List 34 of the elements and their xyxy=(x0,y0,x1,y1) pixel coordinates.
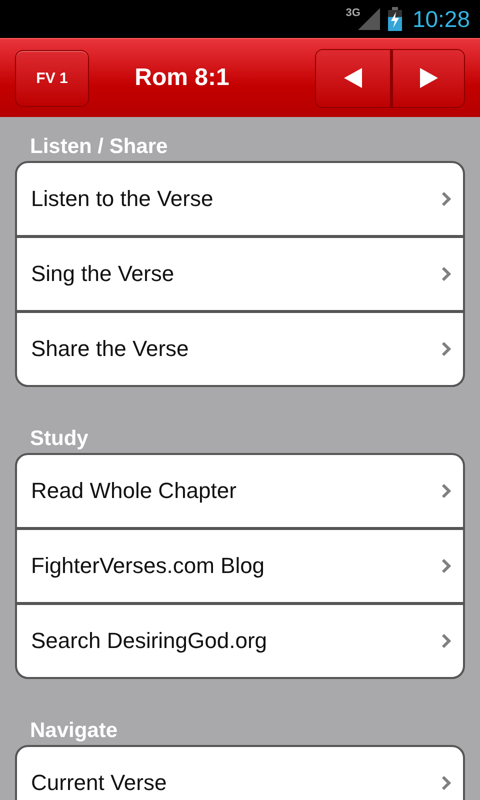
item-label: Current Verse xyxy=(31,770,167,796)
section-heading: Study xyxy=(29,426,90,452)
clock: 10:28 xyxy=(412,6,470,32)
chevron-icon xyxy=(441,633,451,649)
item-label: Sing the Verse xyxy=(31,261,174,287)
chevron-icon xyxy=(441,341,451,357)
fv-button[interactable]: FV 1 xyxy=(15,50,89,106)
chevron-icon xyxy=(441,191,451,207)
list-item[interactable]: Read Whole Chapter xyxy=(17,455,463,527)
list-item[interactable]: Sing the Verse xyxy=(17,235,463,310)
item-label: Listen to the Verse xyxy=(31,186,214,212)
list-item[interactable]: Listen to the Verse xyxy=(17,163,463,235)
next-button[interactable] xyxy=(390,50,464,106)
previous-button[interactable] xyxy=(316,50,390,106)
list-item[interactable]: FighterVerses.com Blog xyxy=(17,527,463,602)
chevron-icon xyxy=(441,266,451,282)
battery-icon xyxy=(388,7,402,31)
verse-title: Rom 8:1 xyxy=(134,64,230,92)
network-label: 3G xyxy=(346,7,360,19)
item-label: Read Whole Chapter xyxy=(31,478,236,504)
list-item[interactable]: Share the Verse xyxy=(17,310,463,385)
signal-icon xyxy=(358,8,380,30)
list-item[interactable]: Current Verse xyxy=(17,747,463,800)
left-arrow-icon xyxy=(344,68,362,88)
section-heading: Navigate xyxy=(29,718,119,744)
item-label: Share the Verse xyxy=(31,336,189,362)
chevron-icon xyxy=(441,483,451,499)
chevron-icon xyxy=(441,558,451,574)
list-item[interactable]: Search DesiringGod.org xyxy=(17,602,463,677)
chevron-icon xyxy=(441,775,451,791)
section-heading: Listen / Share xyxy=(29,134,169,160)
item-label: FighterVerses.com Blog xyxy=(31,553,265,579)
right-arrow-icon xyxy=(420,68,438,88)
item-label: Search DesiringGod.org xyxy=(31,628,268,654)
